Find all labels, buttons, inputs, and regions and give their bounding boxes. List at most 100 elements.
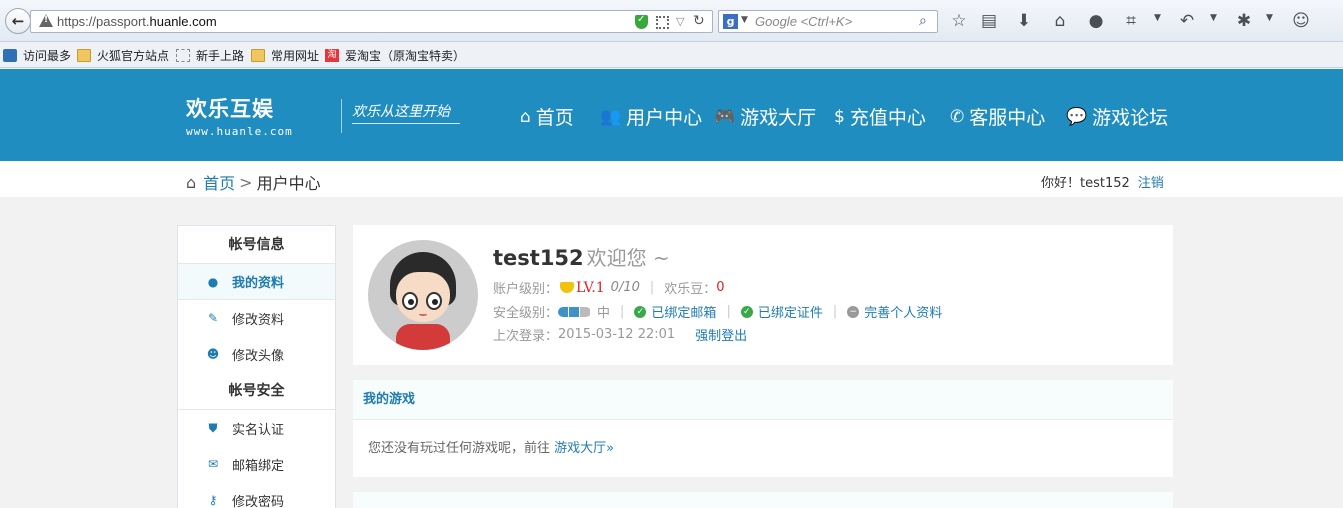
chat-icon: 💬 [1066,106,1088,127]
smiley-icon[interactable]: ☺ [1291,11,1311,31]
search-icon[interactable]: ⌕ [919,13,927,29]
taobao-icon: 淘 [325,49,339,62]
sidebar-item-edit-avatar[interactable]: ☻ 修改头像 [178,336,335,372]
security-level-row: 安全级别： 中 | ✓ 已绑定邮箱 | ✓ 已绑定证件 | − 完善个人资料 [493,302,943,321]
avatar [368,240,478,350]
sidebar-item-edit-profile[interactable]: ✎ 修改资料 [178,300,335,336]
search-bar[interactable]: g ▼ Google <Ctrl+K> ⌕ [718,10,938,33]
nav-item-recharge[interactable]: $ 充值中心 [834,103,926,130]
check-circle-icon: ✓ [740,305,753,318]
folder-icon [251,49,265,62]
last-login-time: 2015-03-12 22:01 [558,327,676,342]
chevron-down-icon[interactable]: ▼ [1266,13,1273,23]
nav-item-user-center[interactable]: 👥 用户中心 [600,103,702,130]
sidebar-item-change-password[interactable]: ⚷ 修改密码 [178,482,335,508]
address-bar[interactable]: https://passport.huanle.com ▽ ↻ [30,10,713,33]
panel-title [353,492,1173,508]
users-icon: 👥 [600,106,622,127]
breadcrumb: ⌂ 首页 > 用户中心 [186,170,321,194]
pencil-icon: ✎ [207,311,219,325]
level-value: LV.1 [576,279,605,296]
site-header: 欢乐互娱 www.huanle.com 欢乐从这里开始 ⌂ 首页 👥 用户中心 🎮 游… [0,69,1343,161]
download-icon[interactable]: ⬇ [1014,11,1034,31]
reload-icon[interactable]: ↻ [693,13,705,29]
nav-item-game-hall[interactable]: 🎮 游戏大厅 [714,103,816,130]
logo-url: www.huanle.com [186,125,293,138]
chevron-down-icon[interactable]: ▼ [1210,13,1217,23]
check-circle-icon: ✓ [634,305,647,318]
url-text[interactable]: https://passport.huanle.com [57,14,217,29]
profile-username: test152 欢迎您 ~ [493,246,670,270]
breadcrumb-current: 用户中心 [256,174,321,193]
email-bound-link[interactable]: 已绑定邮箱 [651,302,716,321]
breadcrumb-separator: > [239,172,253,192]
last-login-row: 上次登录： 2015-03-12 22:01 强制登出 [493,325,748,344]
welcome-text: 欢迎您 ~ [586,246,670,270]
my-games-panel: 我的游戏 您还没有玩过任何游戏呢，前往 游戏大厅» [353,380,1173,477]
user-greeting: 你好！test152 注销 [1041,176,1164,191]
dropdown-arrow-icon[interactable]: ▽ [676,15,684,28]
gamepad-icon: 🎮 [714,106,736,127]
undo-icon[interactable]: ↶ [1177,11,1197,31]
face-icon: ☻ [206,347,220,361]
bookmark-item[interactable]: 火狐官方站点 [77,47,169,64]
chat-bubble-icon[interactable]: ● [1086,11,1106,31]
sidebar-section-security: 帐号安全 [178,372,335,410]
game-hall-link[interactable]: 游戏大厅» [554,441,614,456]
search-input[interactable]: Google <Ctrl+K> [755,14,852,29]
shield-icon: ⛊ [208,420,218,435]
nav-item-service[interactable]: ✆ 客服中心 [950,103,1045,130]
my-games-empty: 您还没有玩过任何游戏呢，前往 游戏大厅» [368,441,615,456]
bookmark-item[interactable]: 常用网址 [251,47,319,64]
chevron-down-icon[interactable]: ▼ [1154,13,1161,23]
id-bound-link[interactable]: 已绑定证件 [758,302,823,321]
browser-toolbar: ← https://passport.huanle.com ▽ ↻ g ▼ Go… [0,0,1343,42]
bug-icon[interactable]: ✱ [1234,11,1254,31]
nav-item-forum[interactable]: 💬 游戏论坛 [1066,103,1168,130]
bookmark-item[interactable]: 淘爱淘宝（原淘宝特卖） [325,47,465,64]
bookmark-item[interactable]: 新手上路 [176,47,244,64]
home-icon[interactable]: ⌂ [186,173,196,192]
recommended-games-panel [353,492,1173,508]
security-level-bar [558,306,591,317]
sidebar-section-account: 帐号信息 [178,226,335,264]
site-logo[interactable]: 欢乐互娱 www.huanle.com [186,93,293,138]
nav-item-home[interactable]: ⌂ 首页 [520,103,574,130]
bookmarks-bar: 访问最多 火狐官方站点 新手上路 常用网址 淘爱淘宝（原淘宝特卖） [0,42,1343,68]
sidebar: 帐号信息 ● 我的资料 ✎ 修改资料 ☻ 修改头像 帐号安全 ⛊ 实名认证 ✉ 邮箱绑定 … [177,225,336,508]
envelope-icon: ✉ [207,457,219,471]
star-icon [3,49,17,62]
phone-icon: ✆ [950,106,965,127]
logo-text: 欢乐互娱 [186,97,274,121]
user-icon: ● [207,274,219,289]
home-icon[interactable]: ⌂ [1050,11,1070,31]
logout-link[interactable]: 注销 [1138,176,1164,191]
money-bag-icon: $ [834,106,845,127]
crop-icon[interactable]: ⌗ [1121,11,1141,31]
level-exp: 0/10 [610,280,640,295]
bean-value: 0 [716,280,725,295]
slogan: 欢乐从这里开始 [352,101,460,124]
breadcrumb-home[interactable]: 首页 [203,170,235,194]
back-arrow-icon[interactable]: ← [5,8,31,34]
folder-icon [77,49,91,62]
sidebar-item-real-name[interactable]: ⛊ 实名认证 [178,410,335,446]
bookmark-item[interactable]: 访问最多 [3,47,71,64]
qr-code-icon[interactable] [656,16,669,29]
force-logout-link[interactable]: 强制登出 [695,325,747,344]
security-level-text: 中 [597,306,611,321]
profile-card: test152 欢迎您 ~ 账户级别： LV.1 0/10 | 欢乐豆： 0 安全… [353,225,1173,365]
sidebar-item-email-binding[interactable]: ✉ 邮箱绑定 [178,446,335,482]
chevron-down-icon[interactable]: ▼ [741,15,748,25]
reading-list-icon[interactable]: ▤ [979,11,999,31]
page-icon [176,49,190,62]
shield-check-icon[interactable] [635,14,648,29]
bookmark-star-icon[interactable]: ☆ [949,11,969,31]
home-icon: ⌂ [520,106,531,127]
google-icon[interactable]: g [723,14,738,29]
complete-profile-link[interactable]: 完善个人资料 [864,302,942,321]
level-badge-icon [560,282,575,293]
account-level-row: 账户级别： LV.1 0/10 | 欢乐豆： 0 [493,279,725,298]
breadcrumb-bar: ⌂ 首页 > 用户中心 你好！test152 注销 [0,161,1343,197]
sidebar-item-my-profile[interactable]: ● 我的资料 [178,264,335,300]
